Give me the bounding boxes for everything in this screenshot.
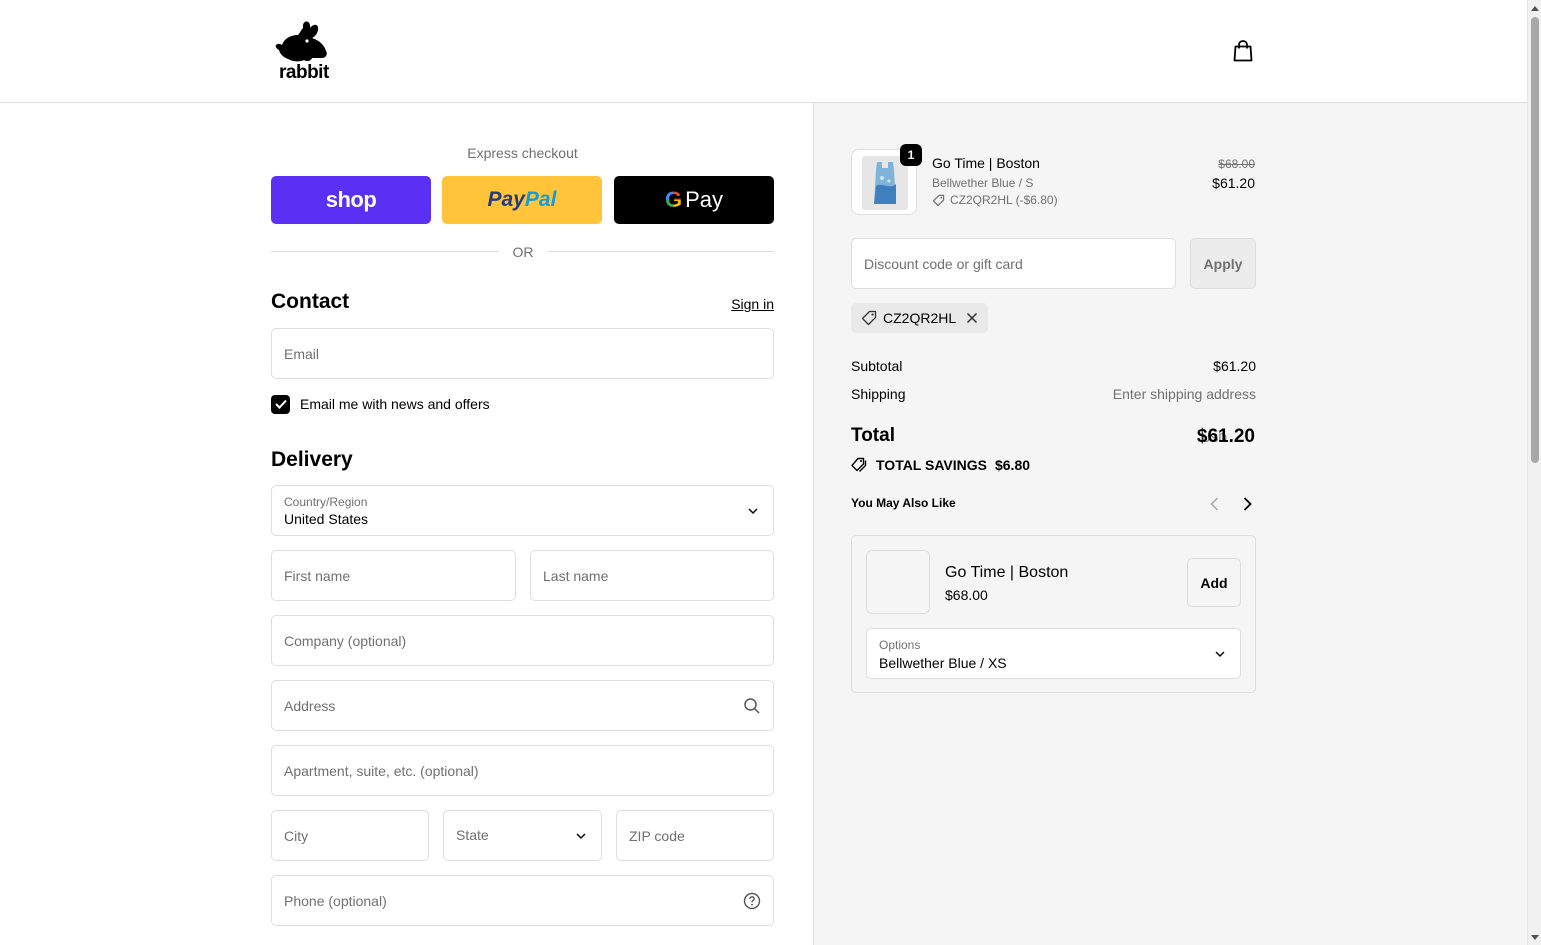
discount-input[interactable] [864,239,1164,288]
paypal-label-2: Pal [524,188,557,211]
first-name-field[interactable] [271,550,516,601]
chevron-down-icon [576,833,586,839]
apartment-field[interactable] [271,745,774,796]
item-final-price: $61.20 [1212,175,1255,191]
recommendation-card: Go Time | Boston $68.00 Add Options Bell… [851,535,1256,693]
item-original-price: $68.00 [1218,157,1255,171]
paypal-button[interactable]: Pay Pal [442,176,602,224]
chevron-left-icon[interactable] [1206,495,1224,513]
options-label: Options [879,638,921,652]
address-input[interactable] [284,681,724,730]
google-g-icon: G [664,187,683,212]
newsletter-label: Email me with news and offers [300,396,490,412]
recommendations-title: You May Also Like [851,496,956,510]
logo-text: rabbit [279,62,329,83]
scrollbar-thumb[interactable] [1531,17,1539,463]
total-value: $61.20 [1196,426,1255,447]
shipping-row: Shipping Enter shipping address [851,386,1256,402]
zip-input[interactable] [629,811,761,860]
city-input[interactable] [284,811,416,860]
shopping-bag-icon[interactable] [1230,38,1256,64]
order-summary: 1 Go Time | Boston Bellwether Blue / S C… [813,103,1527,945]
search-icon [744,698,760,714]
recommendation-thumbnail [866,550,930,614]
last-name-field[interactable] [530,550,774,601]
quantity-badge: 1 [900,144,922,166]
subtotal-row: Subtotal $61.20 [851,358,1256,374]
applied-code-text: CZ2QR2HL [883,310,957,326]
email-input[interactable] [284,329,761,378]
header: rabbit [0,0,1527,103]
product-thumbnail: 1 [851,144,922,215]
company-input[interactable] [284,616,761,665]
address-field[interactable] [271,680,774,731]
shop-pay-button[interactable]: shop [271,176,431,224]
checkout-form: Express checkout shop Pay Pal G Pay OR Con… [0,103,813,945]
apartment-input[interactable] [284,746,761,795]
item-name: Go Time | Boston [932,155,1040,171]
tags-icon [851,457,867,472]
phone-field[interactable] [271,875,774,926]
total-label: Total [851,425,895,446]
newsletter-option[interactable]: Email me with news and offers [271,394,490,414]
shipping-value: Enter shipping address [1112,386,1256,402]
tag-icon [861,310,877,326]
chevron-right-icon[interactable] [1238,495,1256,513]
item-discount-text: CZ2QR2HL (-$6.80) [950,193,1058,207]
chevron-down-icon [748,508,758,514]
options-value: Bellwether Blue / XS [879,655,1007,671]
remove-code-button[interactable] [966,312,978,324]
phone-input[interactable] [284,876,724,925]
city-field[interactable] [271,810,429,861]
shipping-label: Shipping [851,386,906,402]
scroll-down-arrow-icon[interactable] [1531,933,1539,941]
country-label: Country/Region [284,495,368,509]
contact-title: Contact [271,290,350,313]
applied-code-chip: CZ2QR2HL [851,303,989,333]
zip-field[interactable] [616,810,774,861]
subtotal-value: $61.20 [1213,358,1256,374]
recommendation-name: Go Time | Boston [945,564,1069,581]
item-variant: Bellwether Blue / S [932,176,1034,190]
close-icon [967,312,978,324]
sign-in-link[interactable]: Sign in [700,296,774,312]
help-circle-icon[interactable] [743,892,761,910]
express-checkout-title: Express checkout [467,145,578,161]
tag-icon [932,194,945,206]
newsletter-checkbox[interactable] [271,394,290,414]
divider-line-right [547,251,774,252]
discount-field[interactable] [851,238,1176,289]
country-select[interactable]: Country/Region United States [271,485,774,536]
savings-label: TOTAL SAVINGS [876,457,987,473]
page-scrollbar[interactable] [1527,0,1541,945]
scroll-up-arrow-icon[interactable] [1531,5,1539,13]
savings-value: $6.80 [994,457,1031,473]
options-select[interactable]: Options Bellwether Blue / XS [866,628,1241,679]
total-savings: TOTAL SAVINGS $6.80 [851,457,1030,473]
chevron-down-icon [1215,651,1225,657]
state-placeholder: State [456,827,489,843]
state-select[interactable]: State [443,810,602,861]
shop-pay-label: shop [325,187,377,212]
divider-line-left [271,251,499,252]
first-name-input[interactable] [284,551,503,600]
email-field[interactable] [271,328,774,379]
company-field[interactable] [271,615,774,666]
subtotal-label: Subtotal [851,358,903,374]
recommendation-price: $68.00 [945,587,988,603]
or-label: OR [512,244,534,260]
checkout-page: rabbit Express checkout shop Pay Pal G Pay… [0,0,1541,945]
item-discount: CZ2QR2HL (-$6.80) [932,193,1058,207]
add-button[interactable]: Add [1187,558,1241,607]
apply-button[interactable]: Apply [1190,238,1256,289]
paypal-label-1: Pay [487,188,525,211]
last-name-input[interactable] [543,551,761,600]
or-divider: OR [271,243,774,261]
delivery-title: Delivery [271,448,353,471]
google-pay-label: Pay [685,187,724,212]
google-pay-button[interactable]: G Pay [614,176,774,224]
country-value: United States [284,511,369,527]
checkmark-icon [274,399,287,409]
